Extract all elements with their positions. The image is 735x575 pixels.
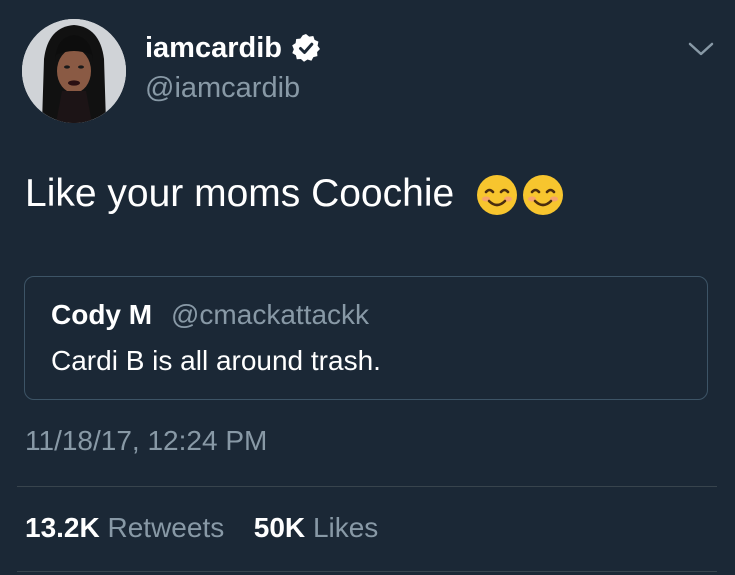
divider [17,486,717,487]
retweets-stat[interactable]: 13.2K Retweets [25,512,232,543]
tweet-timestamp: 11/18/17, 12:24 PM [25,425,268,456]
emoji-group [475,173,565,219]
retweets-count: 13.2K [25,512,100,543]
likes-label: Likes [312,512,379,543]
handle[interactable]: @iamcardib [145,70,300,106]
display-name[interactable]: iamcardib [145,30,282,66]
quoted-tweet-card[interactable]: Cody M @cmackattackk Cardi B is all arou… [24,276,708,400]
likes-count: 50K [253,512,306,543]
verified-badge-icon [292,34,320,62]
tweet-text: Like your moms Coochie [25,172,455,215]
divider [17,571,717,572]
likes-stat[interactable]: 50K Likes [254,512,379,543]
smiling-face-emoji-icon [523,175,563,215]
quoted-tweet-text: Cardi B is all around trash. [51,345,381,376]
chevron-down-icon[interactable] [686,38,716,60]
quoted-handle: @cmackattackk [171,299,370,330]
tweet-stats: 13.2K Retweets 50K Likes [25,510,378,546]
smiling-face-emoji-icon [477,175,517,215]
retweets-label: Retweets [107,512,225,543]
avatar[interactable] [22,19,126,123]
quoted-display-name: Cody M [51,299,153,330]
